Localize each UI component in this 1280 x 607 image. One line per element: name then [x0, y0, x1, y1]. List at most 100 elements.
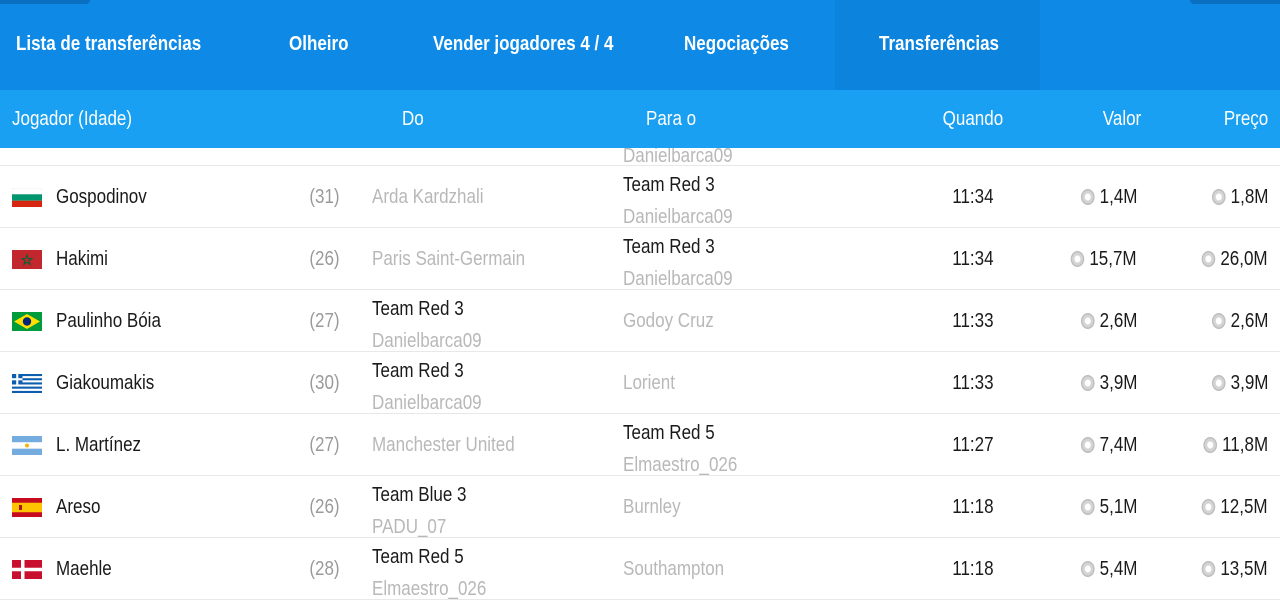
player-value: 2,6M — [1080, 290, 1137, 352]
value-amount: 15,7M — [1089, 248, 1137, 270]
player-name: Maehle — [56, 558, 112, 580]
to-club: Lorient — [623, 372, 675, 394]
column-header-value[interactable]: Valor — [1103, 90, 1141, 148]
table-row[interactable]: L. Martínez (27) Manchester United Team … — [0, 414, 1280, 476]
brazil-flag-icon — [12, 312, 42, 331]
player-name: Areso — [56, 496, 101, 518]
coin-icon — [1080, 313, 1095, 329]
player-value: 7,4M — [1080, 414, 1137, 476]
player-age: (27) — [309, 310, 340, 332]
transfer-time: 11:34 — [952, 186, 994, 208]
to-club: Team Red 3 — [623, 174, 715, 196]
value-amount: 5,1M — [1099, 496, 1137, 518]
greece-flag-icon — [12, 374, 42, 393]
coin-icon — [1202, 561, 1216, 577]
to-club: Godoy Cruz — [623, 310, 714, 332]
player-age: (31) — [309, 186, 340, 208]
to-club: Burnley — [623, 496, 681, 518]
price-amount: 13,5M — [1220, 558, 1268, 580]
from-club: Arda Kardzhali — [372, 186, 484, 208]
value-amount: 3,9M — [1099, 372, 1137, 394]
transfer-time: 11:33 — [952, 372, 994, 394]
coin-icon — [1211, 313, 1226, 329]
coin-icon — [1203, 437, 1217, 453]
to-club: Team Red 3 — [623, 236, 715, 258]
column-header-when[interactable]: Quando — [943, 90, 1003, 148]
coin-icon — [1211, 375, 1226, 391]
transfer-time: 11:27 — [952, 434, 994, 456]
from-manager: Elmaestro_026 — [372, 578, 487, 600]
value-amount: 2,6M — [1099, 310, 1137, 332]
value-amount: 7,4M — [1099, 434, 1137, 456]
from-club: Paris Saint-Germain — [372, 248, 526, 270]
transfer-time: 11:34 — [952, 248, 994, 270]
table-row[interactable]: Areso (26) Team Blue 3 PADU_07 Burnley 1… — [0, 476, 1280, 538]
value-amount: 5,4M — [1099, 558, 1137, 580]
morocco-flag-icon — [12, 250, 42, 269]
tab-sell-players[interactable]: Vender jogadores 4 / 4 — [433, 0, 613, 90]
column-header-from[interactable]: Do — [402, 90, 424, 148]
from-club: Team Red 3 — [372, 360, 464, 382]
from-manager: Danielbarca09 — [372, 392, 482, 414]
transfer-time: 11:18 — [952, 558, 994, 580]
player-name: Giakoumakis — [56, 372, 155, 394]
table-row[interactable]: Maehle (28) Team Red 5 Elmaestro_026 Sou… — [0, 538, 1280, 600]
table-header: Jogador (Idade) Do Para o Quando Valor P… — [0, 90, 1280, 148]
player-value: 3,9M — [1080, 352, 1137, 414]
from-manager: Danielbarca09 — [372, 330, 482, 352]
transfer-price: 3,9M — [1211, 352, 1268, 414]
column-header-player[interactable]: Jogador (Idade) — [12, 90, 132, 148]
spain-flag-icon — [12, 498, 42, 517]
from-club: Team Red 5 — [372, 546, 464, 568]
coin-icon — [1080, 437, 1095, 453]
from-manager: PADU_07 — [372, 516, 447, 538]
from-club: Team Blue 3 — [372, 484, 467, 506]
transfer-price: 13,5M — [1202, 538, 1268, 600]
to-club: Southampton — [623, 558, 725, 580]
coin-icon — [1080, 499, 1095, 515]
transfer-price: 26,0M — [1202, 228, 1268, 290]
transfer-time: 11:18 — [952, 496, 994, 518]
coin-icon — [1211, 189, 1226, 205]
price-amount: 26,0M — [1220, 248, 1268, 270]
tab-transfers[interactable]: Transferências — [879, 0, 999, 90]
price-amount: 2,6M — [1230, 310, 1268, 332]
price-amount: 1,8M — [1230, 186, 1268, 208]
player-name: Paulinho Bóia — [56, 310, 161, 332]
column-header-to[interactable]: Para o — [646, 90, 696, 148]
to-manager: Danielbarca09 — [623, 148, 733, 167]
top-accent — [1190, 0, 1280, 4]
transfer-price: 12,5M — [1202, 476, 1268, 538]
table-row[interactable]: Giakoumakis (30) Team Red 3 Danielbarca0… — [0, 352, 1280, 414]
player-age: (28) — [309, 558, 340, 580]
table-row[interactable]: Hakimi (26) Paris Saint-Germain Team Red… — [0, 228, 1280, 290]
to-manager: Danielbarca09 — [623, 206, 733, 228]
player-value: 5,4M — [1080, 538, 1137, 600]
tab-negotiations[interactable]: Negociações — [684, 0, 789, 90]
to-manager: Danielbarca09 — [623, 268, 733, 290]
column-header-price[interactable]: Preço — [1224, 90, 1268, 148]
transfer-time: 11:33 — [952, 310, 994, 332]
transfer-price: 2,6M — [1211, 290, 1268, 352]
coin-icon — [1080, 375, 1095, 391]
player-age: (30) — [309, 372, 340, 394]
coin-icon — [1202, 251, 1216, 267]
player-name: Hakimi — [56, 248, 108, 270]
denmark-flag-icon — [12, 560, 42, 579]
tab-transfer-list[interactable]: Lista de transferências — [16, 0, 201, 90]
coin-icon — [1202, 499, 1216, 515]
player-name: L. Martínez — [56, 434, 142, 456]
table-row[interactable]: Gospodinov (31) Arda Kardzhali Team Red … — [0, 166, 1280, 228]
price-amount: 12,5M — [1220, 496, 1268, 518]
player-age: (27) — [309, 434, 340, 456]
argentina-flag-icon — [12, 436, 42, 455]
player-value: 1,4M — [1080, 166, 1137, 228]
to-club: Team Red 5 — [623, 422, 715, 444]
table-row-partial[interactable]: Danielbarca09 — [0, 148, 1280, 166]
table-row[interactable]: Paulinho Bóia (27) Team Red 3 Danielbarc… — [0, 290, 1280, 352]
to-manager: Elmaestro_026 — [623, 454, 738, 476]
coin-icon — [1080, 189, 1095, 205]
tab-scout[interactable]: Olheiro — [289, 0, 349, 90]
value-amount: 1,4M — [1099, 186, 1137, 208]
bulgaria-flag-icon — [12, 188, 42, 207]
